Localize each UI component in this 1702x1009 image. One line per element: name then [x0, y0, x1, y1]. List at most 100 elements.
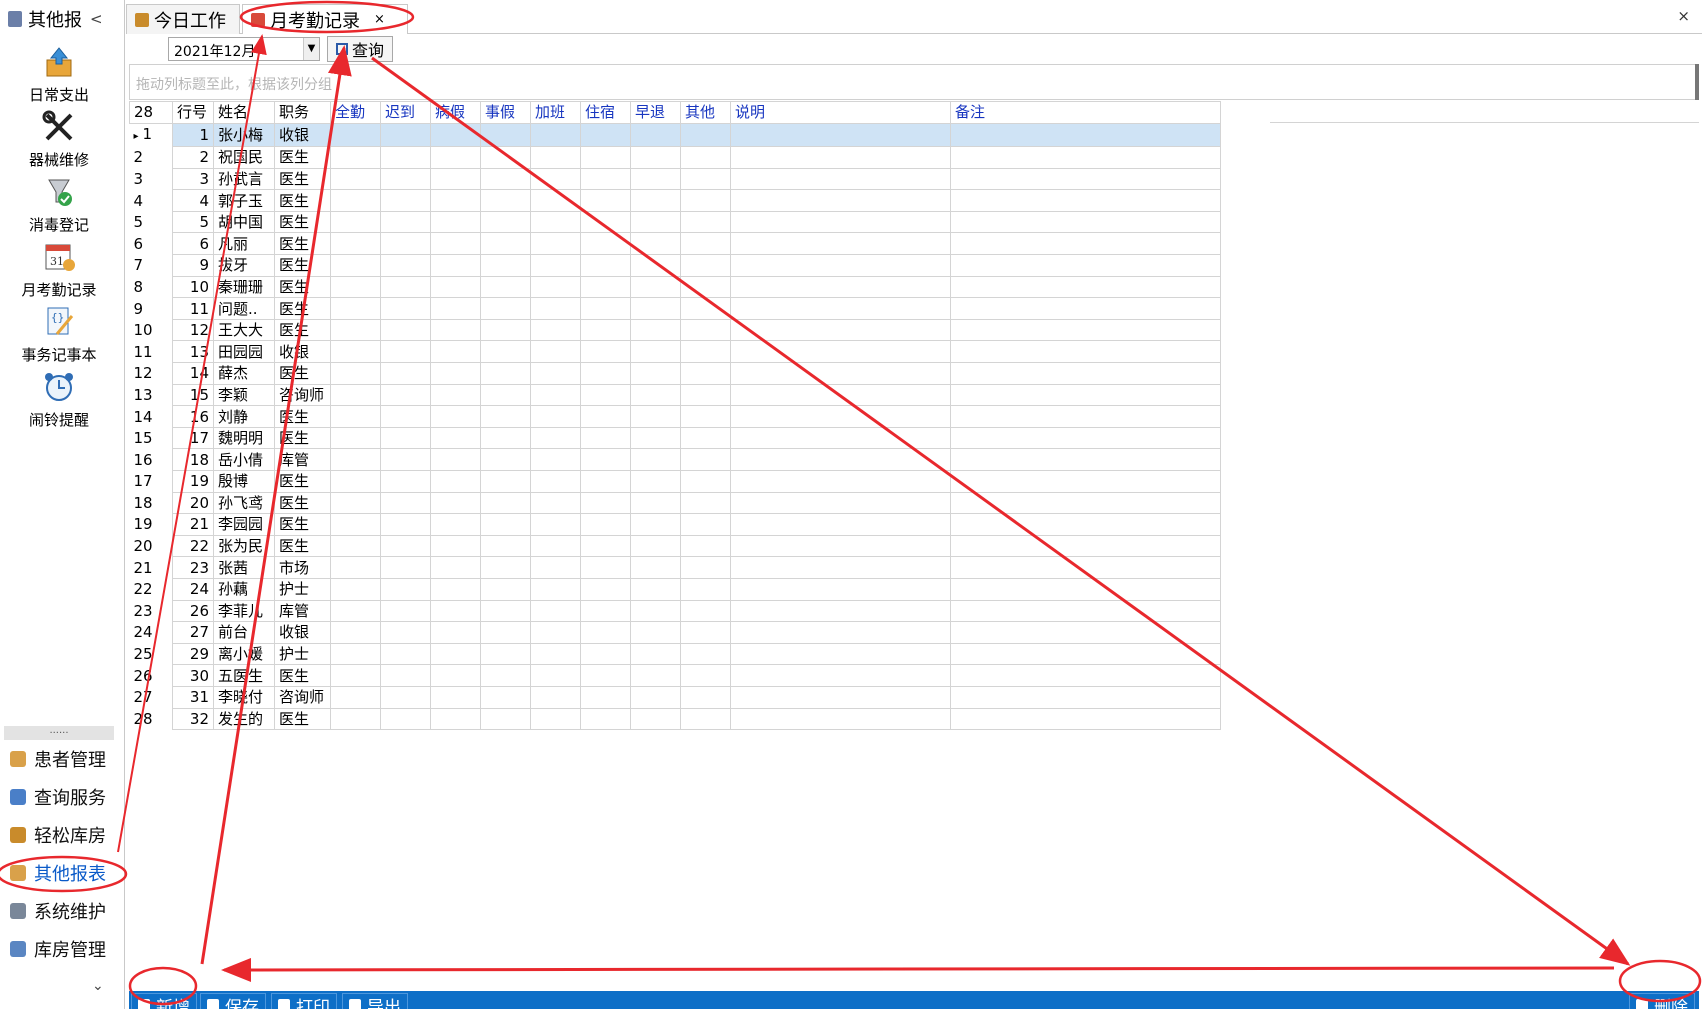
cell-empty[interactable] — [480, 297, 531, 320]
table-row[interactable]: 19 21 李园园 医生 — [129, 513, 1221, 536]
nav-item-patients[interactable]: 患者管理 — [10, 742, 106, 776]
cell-empty[interactable] — [330, 577, 381, 601]
cell-empty[interactable] — [680, 685, 731, 709]
cell-empty[interactable] — [530, 556, 581, 579]
cell-empty[interactable] — [330, 297, 381, 320]
cell-empty[interactable] — [430, 122, 481, 148]
cell-empty[interactable] — [680, 189, 731, 212]
cell-empty[interactable] — [480, 491, 531, 515]
cell-empty[interactable] — [380, 189, 431, 212]
cell-empty[interactable] — [950, 146, 1221, 169]
cell-name[interactable]: 张小梅 — [213, 122, 275, 148]
cell-row-no[interactable]: 23 — [172, 556, 214, 579]
cell-empty[interactable] — [380, 685, 431, 709]
cell-empty[interactable] — [950, 470, 1221, 493]
row-indicator[interactable]: 11 — [129, 340, 173, 363]
cell-empty[interactable] — [380, 599, 431, 623]
cell-empty[interactable] — [480, 146, 531, 169]
cell-empty[interactable] — [530, 685, 581, 709]
cell-name[interactable]: 李园园 — [213, 513, 275, 536]
cell-empty[interactable] — [330, 405, 381, 428]
cell-empty[interactable] — [380, 254, 431, 277]
cell-empty[interactable] — [330, 448, 381, 471]
cell-empty[interactable] — [950, 426, 1221, 450]
cell-empty[interactable] — [950, 491, 1221, 515]
cell-empty[interactable] — [730, 254, 951, 277]
cell-empty[interactable] — [580, 297, 631, 320]
cell-empty[interactable] — [330, 685, 381, 709]
col-header-row-no[interactable]: 行号 — [172, 101, 214, 124]
table-row[interactable]: 9 11 问题.. 医生 — [129, 297, 1221, 320]
nav-item-query-service[interactable]: 查询服务 — [10, 780, 106, 814]
cell-empty[interactable] — [580, 122, 631, 148]
cell-role[interactable]: 库管 — [274, 448, 331, 471]
col-header-name[interactable]: 姓名 — [213, 101, 275, 124]
row-indicator[interactable]: 5 — [129, 211, 173, 233]
col-header-other[interactable]: 其他 — [680, 101, 731, 124]
cell-empty[interactable] — [530, 448, 581, 471]
cell-name[interactable]: 五医生 — [213, 664, 275, 687]
cell-empty[interactable] — [730, 470, 951, 493]
cell-empty[interactable] — [330, 664, 381, 687]
cell-empty[interactable] — [730, 577, 951, 601]
cell-empty[interactable] — [630, 448, 681, 471]
cell-empty[interactable] — [630, 383, 681, 407]
table-row[interactable]: 6 6 凡丽 医生 — [129, 232, 1221, 256]
table-row[interactable]: 11 13 田园园 收银 — [129, 340, 1221, 364]
cell-empty[interactable] — [480, 707, 531, 731]
cell-empty[interactable] — [680, 577, 731, 601]
row-indicator[interactable]: 2 — [129, 146, 173, 169]
cell-empty[interactable] — [950, 167, 1221, 191]
tab-monthly-attendance[interactable]: 月考勤记录 × — [242, 4, 408, 34]
cell-role[interactable]: 医生 — [274, 297, 331, 320]
cell-empty[interactable] — [380, 297, 431, 320]
cell-empty[interactable] — [580, 685, 631, 709]
cell-empty[interactable] — [330, 621, 381, 644]
cell-empty[interactable] — [630, 426, 681, 450]
cell-empty[interactable] — [380, 513, 431, 536]
cell-empty[interactable] — [730, 297, 951, 320]
cell-empty[interactable] — [430, 340, 481, 364]
cell-empty[interactable] — [530, 534, 581, 558]
tab-today-work[interactable]: 今日工作 — [126, 4, 240, 34]
cell-empty[interactable] — [680, 534, 731, 558]
month-select[interactable]: 2021年12月 ▼ — [168, 37, 320, 61]
cell-empty[interactable] — [680, 297, 731, 320]
cell-empty[interactable] — [430, 577, 481, 601]
print-button[interactable]: 打印 — [271, 993, 337, 1009]
table-row[interactable]: 22 24 孙藕 护士 — [129, 577, 1221, 601]
cell-empty[interactable] — [330, 362, 381, 385]
cell-empty[interactable] — [730, 189, 951, 212]
cell-empty[interactable] — [430, 254, 481, 277]
row-indicator[interactable]: 21 — [129, 556, 173, 579]
cell-empty[interactable] — [950, 448, 1221, 471]
nav-item-easy-warehouse[interactable]: 轻松库房 — [10, 818, 106, 852]
row-indicator[interactable]: 14 — [129, 405, 173, 428]
cell-empty[interactable] — [680, 448, 731, 471]
col-header-late[interactable]: 迟到 — [380, 101, 431, 124]
row-indicator[interactable]: 9 — [129, 297, 173, 320]
cell-empty[interactable] — [330, 383, 381, 407]
cell-empty[interactable] — [630, 556, 681, 579]
cell-empty[interactable] — [480, 362, 531, 385]
cell-empty[interactable] — [950, 122, 1221, 148]
cell-name[interactable]: 李菲儿 — [213, 599, 275, 623]
table-row[interactable]: 17 19 殷博 医生 — [129, 470, 1221, 493]
cell-empty[interactable] — [530, 275, 581, 299]
cell-name[interactable]: 李颖 — [213, 383, 275, 407]
delete-button[interactable]: 删除 — [1629, 993, 1695, 1009]
cell-empty[interactable] — [730, 275, 951, 299]
cell-empty[interactable] — [950, 556, 1221, 579]
cell-empty[interactable] — [580, 599, 631, 623]
cell-empty[interactable] — [430, 297, 481, 320]
cell-empty[interactable] — [430, 664, 481, 687]
row-indicator[interactable]: 3 — [129, 168, 173, 190]
table-row[interactable]: 15 17 魏明明 医生 — [129, 426, 1221, 450]
cell-empty[interactable] — [380, 707, 431, 731]
cell-empty[interactable] — [730, 340, 951, 364]
cell-empty[interactable] — [480, 189, 531, 212]
row-indicator[interactable]: 17 — [129, 470, 173, 493]
cell-name[interactable]: 秦珊珊 — [213, 275, 275, 299]
cell-empty[interactable] — [580, 189, 631, 212]
cell-empty[interactable] — [630, 232, 681, 256]
